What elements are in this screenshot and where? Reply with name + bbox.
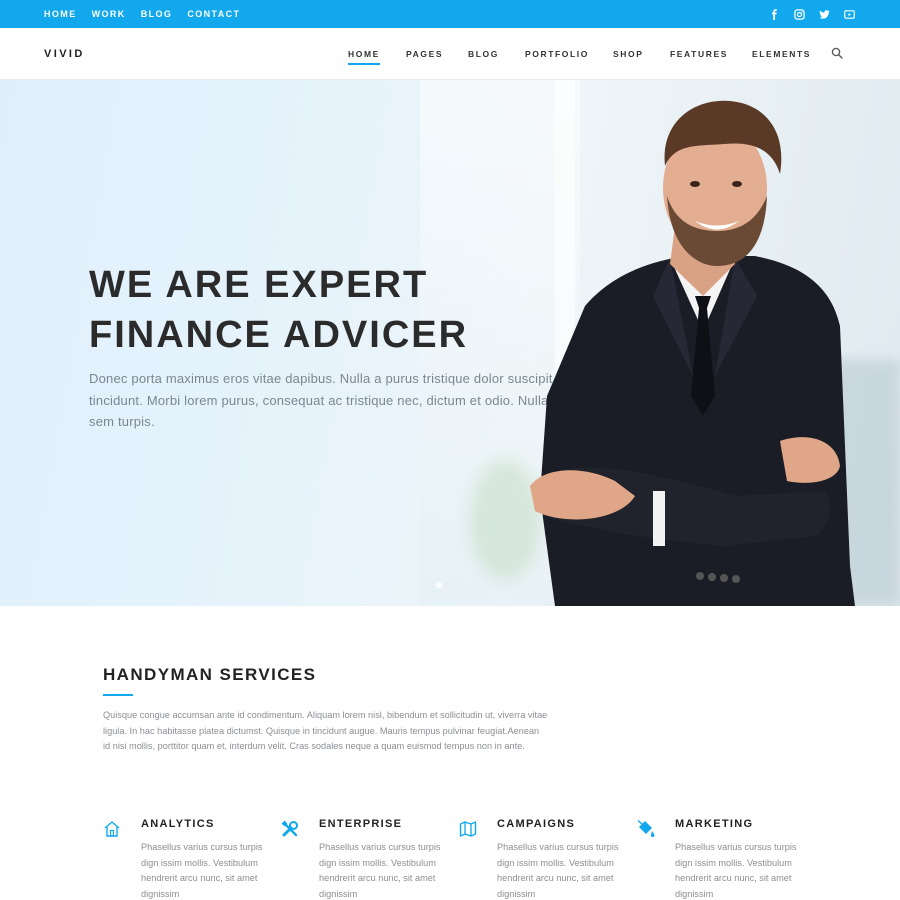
service-text: Phasellus varius cursus turpis dign issi… (319, 842, 441, 899)
home-icon (104, 821, 120, 837)
nav-features[interactable]: FEATURES (670, 28, 728, 80)
youtube-icon[interactable] (843, 8, 856, 21)
top-bar: HOME WORK BLOG CONTACT (0, 0, 900, 28)
service-title: MARKETING (675, 818, 754, 830)
nav-shop[interactable]: SHOP (613, 28, 644, 80)
service-text: Phasellus varius cursus turpis dign issi… (675, 842, 797, 899)
top-link-home[interactable]: HOME (44, 9, 77, 19)
nav-pages[interactable]: PAGES (406, 28, 443, 80)
top-link-blog[interactable]: BLOG (141, 9, 173, 19)
nav-blog[interactable]: BLOG (468, 28, 499, 80)
top-link-contact[interactable]: CONTACT (187, 9, 240, 19)
main-header: VIVID HOME PAGES BLOG PORTFOLIO SHOP FEA… (0, 28, 900, 80)
nav-home[interactable]: HOME (348, 28, 380, 80)
hero-title-line-1: WE ARE EXPERT (89, 264, 429, 306)
social-links (768, 0, 856, 28)
service-text: Phasellus varius cursus turpis dign issi… (141, 842, 263, 899)
instagram-icon[interactable] (793, 8, 806, 21)
service-title: ENTERPRISE (319, 818, 403, 830)
service-text: Phasellus varius cursus turpis dign issi… (497, 842, 619, 899)
search-icon[interactable] (831, 47, 843, 59)
slider-dot[interactable] (436, 582, 442, 588)
facebook-icon[interactable] (768, 8, 781, 21)
service-title: ANALYTICS (141, 818, 215, 830)
tools-icon (281, 820, 298, 837)
nav-elements[interactable]: ELEMENTS (752, 28, 811, 80)
top-link-work[interactable]: WORK (92, 9, 126, 19)
logo[interactable]: VIVID (44, 28, 85, 80)
twitter-icon[interactable] (818, 8, 831, 21)
hero-title: WE ARE EXPERT FINANCE ADVICER (89, 260, 468, 360)
service-title: CAMPAIGNS (497, 818, 576, 830)
map-icon (459, 821, 477, 837)
nav-portfolio[interactable]: PORTFOLIO (525, 28, 589, 80)
hero-title-line-2: FINANCE ADVICER (89, 314, 469, 356)
services-description: Quisque congue accumsan ante id condimen… (103, 710, 548, 751)
businessman-image (530, 100, 855, 606)
services-title-underline (103, 694, 133, 696)
top-bar-nav: HOME WORK BLOG CONTACT (44, 0, 240, 28)
paint-bucket-icon (637, 820, 655, 838)
hero-description: Donec porta maximus eros vitae dapibus. … (89, 371, 568, 429)
services-title: HANDYMAN SERVICES (103, 665, 317, 684)
